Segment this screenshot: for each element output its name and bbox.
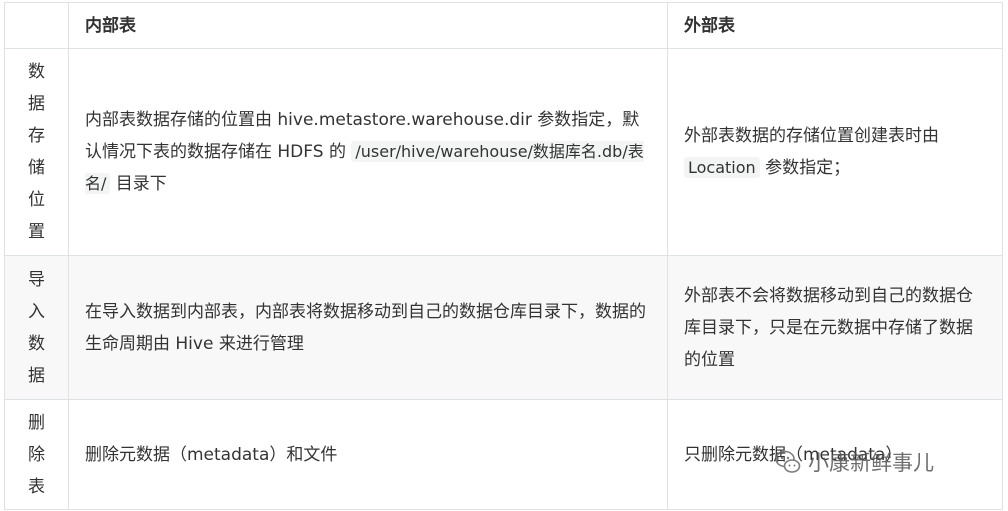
header-external-table: 外部表	[667, 2, 1003, 49]
header-internal-table: 内部表	[68, 2, 668, 49]
label-char: 存	[28, 126, 45, 146]
watermark: 小康新鲜事儿	[774, 447, 934, 477]
row-label-import-data: 导 入 数 据	[4, 255, 69, 400]
table-row: 数 据 存 储 位 置 内部表数据存储的位置由 hive.metastore.w…	[4, 48, 1003, 256]
cell-external-import: 外部表不会将数据移动到自己的数据仓库目录下，只是在元数据中存储了数据的位置	[667, 255, 1003, 400]
header-row: 内部表 外部表	[4, 2, 1003, 49]
inline-code-location: Location	[684, 157, 760, 178]
label-char: 表	[28, 476, 45, 497]
label-char: 储	[28, 158, 45, 178]
row-label-storage-location: 数 据 存 储 位 置	[4, 48, 69, 256]
label-char: 据	[28, 365, 45, 386]
cell-external-storage: 外部表数据的存储位置创建表时由 Location 参数指定；	[667, 48, 1003, 256]
cell-internal-drop: 删除元数据（metadata）和文件	[68, 399, 668, 510]
table-row: 导 入 数 据 在导入数据到内部表，内部表将数据移动到自己的数据仓库目录下，数据…	[4, 255, 1003, 400]
cell-text: 外部表数据的存储位置创建表时由	[684, 126, 939, 146]
label-char: 位	[28, 190, 45, 210]
label-char: 删	[28, 412, 45, 433]
cell-text: 参数指定；	[759, 158, 851, 178]
label-char: 数	[28, 62, 45, 82]
label-char: 置	[28, 222, 45, 242]
label-char: 导	[28, 269, 45, 290]
label-char: 入	[28, 301, 45, 322]
cell-internal-storage: 内部表数据存储的位置由 hive.metastore.warehouse.dir…	[68, 48, 668, 256]
label-char: 数	[28, 333, 45, 354]
label-char: 据	[28, 94, 45, 114]
wechat-icon	[775, 450, 801, 473]
row-label-drop-table: 删 除 表	[4, 399, 69, 510]
cell-internal-import: 在导入数据到内部表，内部表将数据移动到自己的数据仓库目录下，数据的生命周期由 H…	[68, 255, 668, 400]
watermark-text: 小康新鲜事儿	[808, 451, 934, 475]
header-empty	[4, 2, 69, 49]
label-char: 除	[28, 444, 45, 465]
cell-text: 目录下	[110, 174, 167, 194]
comparison-table: 内部表 外部表 数 据 存 储 位 置 内部表数据存储的位置由 hive.met…	[4, 2, 1003, 510]
